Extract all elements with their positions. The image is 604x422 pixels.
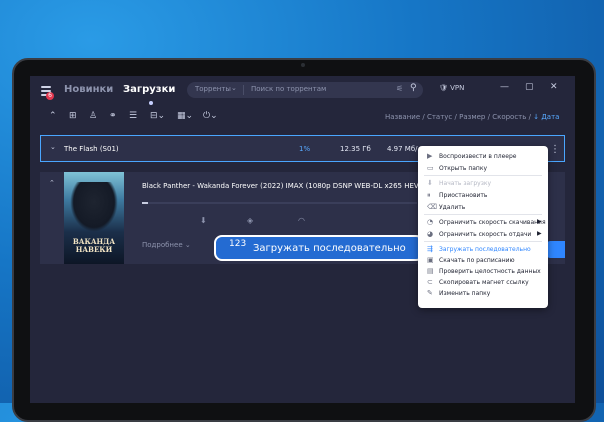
vpn-label: VPN — [450, 84, 465, 92]
add-icon[interactable]: ⊞ — [69, 111, 77, 121]
menu-divider — [424, 175, 542, 176]
sort-status[interactable]: Статус — [427, 113, 452, 121]
download-speed-icon: ⬇ — [200, 216, 207, 225]
pause-icon: ⏸ — [427, 191, 431, 199]
speed-down-icon: ◔ — [427, 218, 434, 226]
wifi-icon: ◠ — [298, 216, 305, 225]
callout-text: Загружать последовательно — [253, 243, 406, 254]
menu-item-label: Приостановить — [439, 192, 488, 199]
filter-icon[interactable]: ⚟ — [396, 84, 403, 93]
sequential-icon: 123 — [229, 239, 247, 249]
context-menu: ▶ Воспроизвести в плеере ▭ Открыть папку ⬇ На… — [418, 146, 548, 308]
menu-item-label: Скачать по расписанию — [439, 257, 515, 264]
sort-list-icon[interactable]: ⊟⌄ — [150, 111, 165, 121]
layers-icon: ◈ — [247, 216, 254, 225]
menu-item-label: Проверить целостность данных — [439, 268, 541, 275]
action-button[interactable] — [547, 241, 565, 258]
sort-arrow-icon: ↓ — [533, 113, 540, 121]
torrent-speed: 4.97 Мб/ — [387, 145, 418, 153]
magnet-link-icon[interactable]: ⚭ — [109, 111, 117, 121]
context-menu-item[interactable]: ⇶ Загружать последовательно — [418, 245, 548, 256]
sort-date[interactable]: ↓ Дата — [533, 113, 559, 121]
context-menu-item: ⬇ Начать загрузку — [418, 179, 548, 190]
sort-size[interactable]: Размер — [459, 113, 485, 121]
torrent-title: Black Panther - Wakanda Forever (2022) I… — [142, 182, 422, 190]
schedule-icon: ▣ — [427, 256, 434, 264]
context-menu-item[interactable]: ⌫ Удалить — [418, 203, 548, 214]
more-options-icon[interactable]: ⋮ — [550, 144, 560, 155]
chevron-down-icon[interactable]: ⌄ — [231, 84, 237, 92]
tab-downloads[interactable]: Загрузки — [123, 84, 175, 95]
tab-news[interactable]: Новинки — [64, 84, 113, 95]
details-label: Подробнее — [142, 241, 183, 249]
feature-callout: 123 Загружать последовательно — [214, 235, 424, 261]
torrent-title: The Flash (S01) — [64, 145, 119, 153]
chevron-up-icon[interactable]: ⌃ — [49, 179, 55, 187]
webcam — [301, 63, 305, 67]
search-input[interactable]: Поиск по торрентам — [251, 85, 326, 93]
notification-badge: 6 — [46, 92, 54, 100]
menu-item-label: Открыть папку — [439, 165, 488, 172]
menu-item-label: Изменить папку — [439, 290, 491, 297]
power-icon[interactable]: ⏻⌄ — [203, 111, 218, 121]
context-menu-item[interactable]: ✎ Изменить папку — [418, 289, 548, 300]
list-view-icon[interactable]: ☰ — [129, 111, 137, 121]
context-menu-item[interactable]: ▤ Проверить целостность данных — [418, 267, 548, 278]
close-icon[interactable]: ✕ — [550, 82, 558, 92]
magnet-icon: ⊂ — [427, 278, 433, 286]
search-category-select[interactable]: Торренты — [195, 85, 231, 93]
search-bar: Торренты ⌄ Поиск по торрентам ⚟ ⚲ — [187, 82, 423, 98]
download-icon: ⬇ — [427, 179, 433, 187]
search-icon[interactable]: ⚲ — [410, 83, 417, 93]
trash-icon: ⌫ — [427, 203, 437, 211]
menu-item-label: Скопировать магнет ссылку — [439, 279, 529, 286]
poster-figures — [70, 182, 118, 232]
chevron-down-icon[interactable]: ⌄ — [50, 143, 56, 151]
context-menu-item[interactable]: ⏸ Приостановить — [418, 191, 548, 202]
context-menu-item[interactable]: ⊂ Скопировать магнет ссылку — [418, 278, 548, 289]
maximize-icon[interactable]: ▢ — [525, 82, 534, 92]
speed-up-icon: ◕ — [427, 230, 434, 238]
context-menu-item[interactable]: ▣ Скачать по расписанию — [418, 256, 548, 267]
play-icon: ▶ — [427, 152, 433, 160]
menu-item-label: Начать загрузку — [439, 180, 492, 187]
progress-bar — [142, 202, 417, 204]
sort-name[interactable]: Название — [385, 113, 420, 121]
divider — [243, 85, 244, 95]
details-toggle[interactable]: Подробнее ⌄ — [142, 241, 191, 249]
menu-item-label: Ограничить скорость отдачи — [439, 231, 532, 238]
active-tab-indicator — [149, 101, 153, 105]
submenu-arrow-icon: ▶ — [537, 230, 542, 237]
sort-speed[interactable]: Скорость — [492, 113, 526, 121]
minimize-icon[interactable]: — — [500, 82, 509, 92]
vpn-button[interactable]: 🛡 VPN — [439, 84, 464, 92]
create-torrent-icon[interactable]: ♙ — [89, 111, 97, 121]
menu-divider — [424, 214, 542, 215]
context-menu-item[interactable]: ▭ Открыть папку — [418, 164, 548, 175]
verify-icon: ▤ — [427, 267, 434, 275]
toolbar: ⌃ ⊞ ♙ ⚭ ☰ ⊟⌄ ▦⌄ ⏻⌄ Название / Статус / Р… — [30, 106, 575, 130]
collapse-icon[interactable]: ⌃ — [49, 111, 57, 121]
menu-item-label: Удалить — [439, 204, 466, 211]
sort-bar: Название / Статус / Размер / Скорость / … — [385, 113, 560, 121]
menu-item-label: Ограничить скорость скачивания — [439, 219, 546, 226]
menu-item-label: Воспроизвести в плеере — [439, 153, 517, 160]
torrent-progress: 1% — [299, 145, 311, 153]
sequential-icon: ⇶ — [427, 245, 433, 253]
submenu-arrow-icon: ▶ — [537, 218, 542, 225]
poster-title: ВАКАНДА НАВЕКИ — [72, 237, 116, 254]
top-bar: 6 Новинки Загрузки Торренты ⌄ Поиск по т… — [30, 76, 575, 106]
movie-poster: ВАКАНДА НАВЕКИ — [64, 172, 124, 264]
calendar-icon[interactable]: ▦⌄ — [177, 111, 193, 121]
context-menu-item[interactable]: ◔ Ограничить скорость скачивания ▶ — [418, 218, 548, 229]
context-menu-item[interactable]: ◕ Ограничить скорость отдачи ▶ — [418, 230, 548, 241]
progress-fill — [142, 202, 148, 204]
menu-item-label: Загружать последовательно — [439, 246, 531, 253]
torrent-size: 12.35 Гб — [340, 145, 371, 153]
folder-icon: ▭ — [427, 164, 434, 172]
edit-folder-icon: ✎ — [427, 289, 433, 297]
context-menu-item[interactable]: ▶ Воспроизвести в плеере — [418, 152, 548, 163]
menu-divider — [424, 241, 542, 242]
